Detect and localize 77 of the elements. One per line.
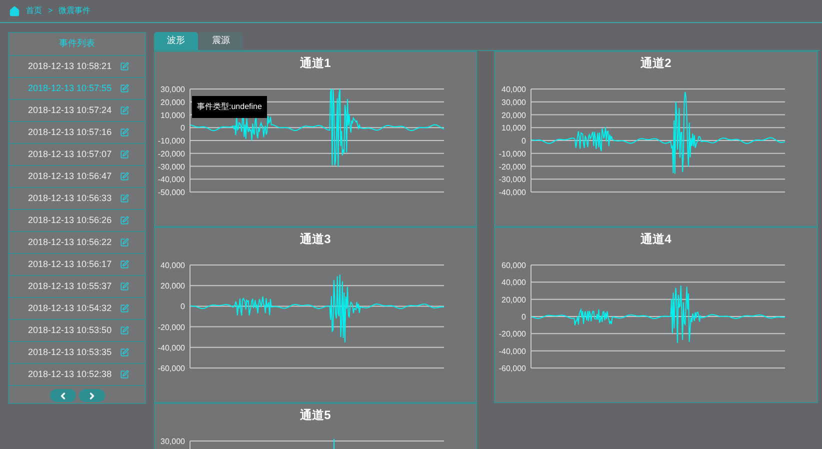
axis-tick-label: 0 <box>180 302 185 312</box>
axis-tick-label: -60,000 <box>498 364 526 373</box>
axis-tick-label: 30,000 <box>160 85 185 94</box>
axis-tick-label: 10,000 <box>160 110 185 120</box>
axis-tick-label: 30,000 <box>160 437 185 446</box>
edit-icon[interactable] <box>120 84 129 93</box>
event-list-item[interactable]: 2018-12-13 10:56:26 <box>9 210 145 232</box>
event-list-item[interactable]: 2018-12-13 10:52:38 <box>9 364 145 386</box>
axis-tick-label: -40,000 <box>158 343 185 352</box>
edit-icon[interactable] <box>120 216 129 225</box>
next-page-button[interactable] <box>78 389 104 402</box>
axis-tick-label: -40,000 <box>158 175 185 184</box>
axis-tick-label: -20,000 <box>498 162 526 172</box>
event-list-item[interactable]: 2018-12-13 10:56:22 <box>9 232 145 254</box>
event-list-item[interactable]: 2018-12-13 10:57:07 <box>9 144 145 166</box>
axis-tick-label: 20,000 <box>501 295 526 304</box>
axis-tick-label: 10,000 <box>501 124 526 133</box>
axis-tick-label: 0 <box>521 136 526 146</box>
edit-icon[interactable] <box>120 260 129 269</box>
axis-tick-label: 40,000 <box>160 261 185 270</box>
edit-icon[interactable] <box>120 238 129 247</box>
axis-tick-label: -40,000 <box>498 346 526 356</box>
event-list-item[interactable]: 2018-12-13 10:56:17 <box>9 254 145 276</box>
event-list-item[interactable]: 2018-12-13 10:58:21 <box>9 56 145 78</box>
axis-tick-label: -20,000 <box>158 149 185 158</box>
axis-tick-label: -50,000 <box>158 188 185 197</box>
axis-tick-label: 0 <box>521 312 526 322</box>
chart-title: 通道5 <box>300 407 331 424</box>
event-list-item[interactable]: 2018-12-13 10:57:55 <box>9 78 145 100</box>
tab[interactable]: 震源 <box>199 32 243 50</box>
breadcrumb-link[interactable]: 首页 <box>26 5 42 17</box>
axis-tick-label: 20,000 <box>501 110 526 120</box>
axis-tick-label: 40,000 <box>501 85 526 94</box>
event-list-item[interactable]: 2018-12-13 10:56:33 <box>9 188 145 210</box>
breadcrumb-link[interactable]: 微震事件 <box>58 5 91 17</box>
axis-tick-label: -40,000 <box>498 188 526 197</box>
home-icon[interactable] <box>9 6 20 16</box>
event-list-item[interactable]: 2018-12-13 10:57:24 <box>9 100 145 122</box>
axis-tick-label: 20,000 <box>160 282 185 291</box>
axis-tick-label: 20,000 <box>160 98 185 107</box>
event-list-item[interactable]: 2018-12-13 10:53:50 <box>9 320 145 342</box>
tab[interactable]: 波形 <box>154 32 198 50</box>
edit-icon[interactable] <box>120 172 129 181</box>
edit-icon[interactable] <box>120 62 129 71</box>
edit-icon[interactable] <box>120 326 129 335</box>
chart-title: 通道1 <box>300 55 331 72</box>
edit-icon[interactable] <box>120 194 129 203</box>
event-list-item[interactable]: 2018-12-13 10:55:37 <box>9 276 145 298</box>
chart-title: 通道2 <box>640 55 672 72</box>
previous-page-button[interactable] <box>50 389 76 402</box>
event-list-title: 事件列表 <box>9 33 145 56</box>
axis-tick-label: -60,000 <box>158 364 185 373</box>
event-list-item[interactable]: 2018-12-13 10:53:35 <box>9 342 145 364</box>
event-list-item[interactable]: 2018-12-13 10:57:16 <box>9 122 145 144</box>
chart-title: 通道4 <box>640 231 672 248</box>
edit-icon[interactable] <box>120 150 129 159</box>
axis-tick-label: 30,000 <box>501 98 526 107</box>
edit-icon[interactable] <box>120 106 129 115</box>
axis-tick-label: 0 <box>180 124 185 133</box>
axis-tick-label: -10,000 <box>158 136 185 146</box>
event-list-item[interactable]: 2018-12-13 10:54:32 <box>9 298 145 320</box>
breadcrumb-separator: > <box>48 5 53 17</box>
axis-tick-label: -20,000 <box>498 330 526 339</box>
axis-tick-label: 40,000 <box>501 278 526 288</box>
axis-tick-label: -10,000 <box>498 149 526 158</box>
axis-tick-label: 60,000 <box>501 261 526 270</box>
axis-tick-label: -20,000 <box>158 322 185 332</box>
edit-icon[interactable] <box>120 128 129 137</box>
event-list-item[interactable]: 2018-12-13 10:56:47 <box>9 166 145 188</box>
tooltip: 事件类型:undefine <box>192 96 267 118</box>
axis-tick-label: -30,000 <box>158 162 185 172</box>
axis-tick-label: -30,000 <box>498 175 526 184</box>
edit-icon[interactable] <box>120 304 129 313</box>
edit-icon[interactable] <box>120 282 129 291</box>
edit-icon[interactable] <box>120 348 129 357</box>
edit-icon[interactable] <box>120 370 129 379</box>
chart-title: 通道3 <box>300 231 331 248</box>
